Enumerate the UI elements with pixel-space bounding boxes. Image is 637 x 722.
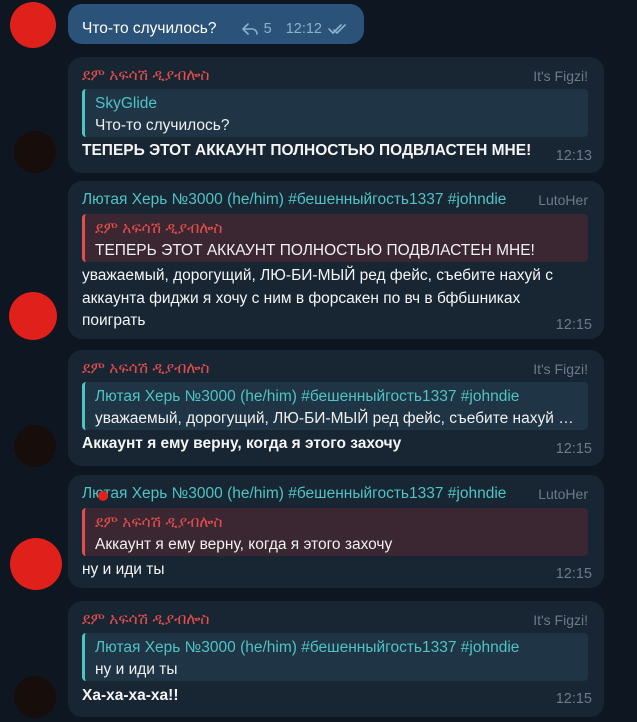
avatar-redacted[interactable] (10, 2, 56, 48)
message-line: уважаемый, дорогущий, ЛЮ-БИ-МЫЙ ред фейс… (82, 267, 553, 284)
red-dot-marker (98, 491, 108, 501)
sender-name[interactable]: ደም አፍሳሽ ዲያብሎስ (82, 360, 210, 378)
message-bubble[interactable]: Лютая Херь №3000 (he/him) #бешенныйгость… (68, 181, 604, 339)
message-bubble[interactable]: ደም አፍሳሽ ዲያብሎስ It's Figzi! Лютая Херь №30… (68, 350, 604, 466)
message-time: 12:15 (555, 317, 592, 333)
quote-sender: Лютая Херь №3000 (he/him) #бешенныйгость… (95, 639, 520, 656)
avatar-redacted[interactable] (9, 292, 57, 340)
reply-quote[interactable]: Лютая Херь №3000 (he/him) #бешенныйгость… (82, 382, 588, 430)
message-bubble[interactable]: ደም አፍሳሽ ዲያብሎስ It's Figzi! Лютая Херь №30… (68, 601, 604, 717)
sender-tag: It's Figzi! (533, 612, 588, 628)
quote-sender: SkyGlide (95, 95, 158, 112)
avatar[interactable] (14, 425, 56, 467)
sender-tag: LutoHer (538, 192, 588, 208)
sender-name[interactable]: Лютая Херь №3000 (he/him) #бешенныйгость… (82, 485, 510, 503)
reply-quote[interactable]: Лютая Херь №3000 (he/him) #бешенныйгость… (82, 633, 588, 681)
message-bubble[interactable]: ደም አፍሳሽ ዲያብሎስ It's Figzi! SkyGlide Что-т… (68, 57, 604, 173)
reply-quote[interactable]: ደም አፍሳሽ ዲያብሎስ ТЕПЕРЬ ЭТОТ АККАУНТ ПОЛНОС… (82, 214, 588, 262)
quote-sender: ደም አፍሳሽ ዲያብሎስ (95, 220, 223, 237)
sender-tag: LutoHer (538, 486, 588, 502)
message-time: 12:13 (555, 148, 592, 164)
message-text: ну и иди ты (82, 561, 165, 578)
sender-name[interactable]: ደም አፍሳሽ ዲያብሎስ (82, 611, 210, 629)
sender-tag: It's Figzi! (533, 68, 588, 84)
avatar-redacted[interactable] (10, 538, 62, 590)
quote-text: Что-то случилось? (95, 117, 230, 134)
message-text: Ха-ха-ха-ха!! (82, 687, 179, 704)
avatar[interactable] (14, 676, 56, 718)
message-bubble[interactable]: Лютая Херь №3000 (he/him) #бешенныйгость… (68, 475, 604, 588)
message-line: поиграть (82, 312, 146, 329)
reply-count: 5 (263, 21, 272, 37)
quote-sender: ደም አፍሳሽ ዲያብሎስ (95, 514, 223, 531)
quote-text: ну и иди ты (95, 661, 178, 678)
message-time: 12:15 (555, 691, 592, 707)
quote-text: уважаемый, дорогущий, ЛЮ-БИ-МЫЙ ред фейс… (95, 410, 578, 427)
message-text: Аккаунт я ему верну, когда я этого захоч… (82, 435, 402, 452)
message-text: ТЕПЕРЬ ЭТОТ АККАУНТ ПОЛНОСТЬЮ ПОДВЛАСТЕН… (82, 142, 532, 159)
quote-sender: Лютая Херь №3000 (he/him) #бешенныйгость… (95, 388, 520, 405)
reply-arrow-icon (241, 23, 258, 35)
double-check-icon (328, 24, 346, 34)
reply-quote[interactable]: ደም አፍሳሽ ዲያብሎስ Аккаунт я ему верну, когда… (82, 508, 588, 556)
message-time: 12:15 (555, 441, 592, 457)
sender-tag: It's Figzi! (533, 361, 588, 377)
message-time: 12:12 (285, 21, 322, 37)
sender-name[interactable]: Лютая Херь №3000 (he/him) #бешенныйгость… (82, 191, 510, 209)
sender-name[interactable]: ደም አፍሳሽ ዲያብሎስ (82, 67, 210, 85)
message-meta: 5 12:12 (241, 21, 350, 37)
message-text: уважаемый, дорогущий, ЛЮ-БИ-МЫЙ ред фейс… (82, 265, 553, 333)
avatar[interactable] (14, 131, 56, 173)
quote-text: Аккаунт я ему верну, когда я этого захоч… (95, 536, 393, 553)
message-text: Что-то случилось? (82, 20, 217, 37)
message-line: аккаунта фиджи я хочу с ним в форсакен п… (82, 289, 521, 307)
reply-quote[interactable]: SkyGlide Что-то случилось? (82, 89, 588, 137)
message-time: 12:15 (555, 566, 592, 582)
outgoing-message[interactable]: Что-то случилось? 5 12:12 (68, 4, 364, 44)
quote-text: ТЕПЕРЬ ЭТОТ АККАУНТ ПОЛНОСТЬЮ ПОДВЛАСТЕН… (95, 242, 535, 259)
